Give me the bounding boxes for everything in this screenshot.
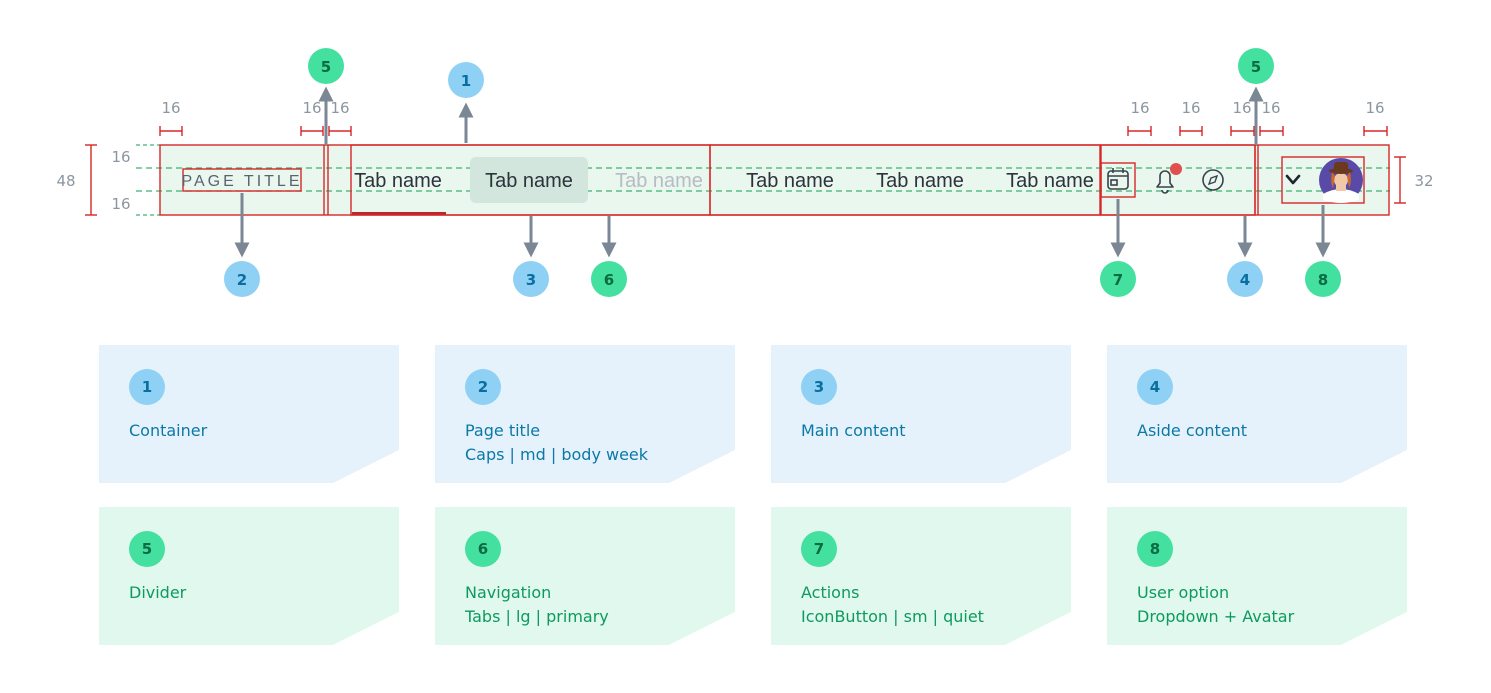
legend-badge: 1 — [129, 369, 165, 405]
legend-title: User option — [1137, 583, 1230, 602]
legend-badge: 7 — [801, 531, 837, 567]
legend-card-container: 1 Container — [99, 345, 399, 483]
spacing-label: 16 — [1261, 99, 1280, 117]
tab-5[interactable]: Tab name — [876, 170, 964, 192]
legend-subtitle: IconButton | sm | quiet — [801, 607, 984, 626]
spacing-labels: 16 16 16 16 16 16 16 16 — [161, 99, 1384, 117]
tab-3-disabled: Tab name — [615, 170, 703, 192]
legend-badge: 4 — [1137, 369, 1173, 405]
legend-subtitle: Tabs | lg | primary — [465, 607, 609, 626]
legend-title: Actions — [801, 583, 860, 602]
marker-8: 8 — [1318, 271, 1328, 289]
legend-title: Main content — [801, 421, 906, 440]
marker-2: 2 — [237, 271, 247, 289]
legend-card-user-option: 8 User option Dropdown + Avatar — [1107, 507, 1407, 645]
tab-6[interactable]: Tab name — [1006, 170, 1094, 192]
page-title: PAGE TITLE — [182, 173, 303, 190]
legend-badge: 6 — [465, 531, 501, 567]
legend-card-page-title: 2 Page title Caps | md | body week — [435, 345, 735, 483]
legend-subtitle: Dropdown + Avatar — [1137, 607, 1295, 626]
spacing-label: 16 — [302, 99, 321, 117]
tab-4[interactable]: Tab name — [746, 170, 834, 192]
spacing-label: 16 — [1130, 99, 1149, 117]
marker-6: 6 — [604, 271, 614, 289]
height-label: 48 — [56, 172, 75, 190]
avatar[interactable] — [1319, 158, 1363, 203]
spacing-label: 16 — [1232, 99, 1251, 117]
marker-5-left: 5 — [321, 58, 331, 76]
legend-card-navigation: 6 Navigation Tabs | lg | primary — [435, 507, 735, 645]
legend-subtitle: Caps | md | body week — [465, 445, 649, 464]
legend-card-divider: 5 Divider — [99, 507, 399, 645]
tab-2[interactable]: Tab name — [485, 170, 573, 192]
pad-bottom-label: 16 — [111, 195, 130, 213]
spacing-label: 16 — [330, 99, 349, 117]
legend-title: Aside content — [1137, 421, 1248, 440]
marker-7: 7 — [1113, 271, 1123, 289]
legend-title: Divider — [129, 583, 187, 602]
marker-1: 1 — [461, 72, 471, 90]
marker-4: 4 — [1240, 271, 1250, 289]
spacing-label: 16 — [1181, 99, 1200, 117]
tab-1[interactable]: Tab name — [354, 170, 442, 192]
legend-card-aside-content: 4 Aside content — [1107, 345, 1407, 483]
legend-title: Page title — [465, 421, 541, 440]
spacing-label: 16 — [161, 99, 180, 117]
legend-title: Navigation — [465, 583, 552, 602]
spacing-brackets — [159, 126, 1388, 136]
legend-title: Container — [129, 421, 208, 440]
legend-badge: 5 — [129, 531, 165, 567]
marker-5-right: 5 — [1251, 58, 1261, 76]
avatar-height-label: 32 — [1414, 172, 1433, 190]
legend-badge: 8 — [1137, 531, 1173, 567]
legend-card-main-content: 3 Main content — [771, 345, 1071, 483]
pad-top-label: 16 — [111, 148, 130, 166]
legend-badge: 2 — [465, 369, 501, 405]
spacing-label: 16 — [1365, 99, 1384, 117]
legend-card-actions: 7 Actions IconButton | sm | quiet — [771, 507, 1071, 645]
legend-badge: 3 — [801, 369, 837, 405]
marker-3: 3 — [526, 271, 536, 289]
notification-dot — [1170, 163, 1182, 175]
